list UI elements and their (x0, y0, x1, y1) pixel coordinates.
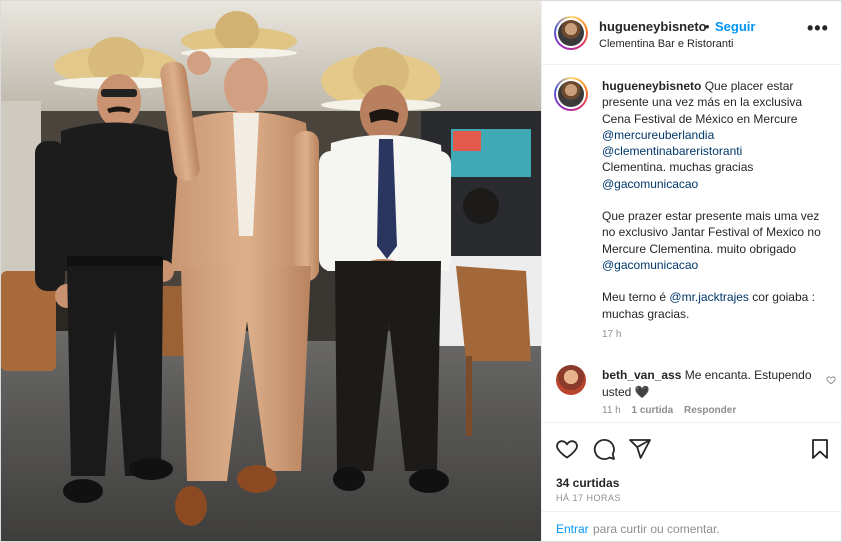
follow-button[interactable]: Seguir (715, 19, 755, 34)
caption-author-avatar[interactable] (554, 77, 588, 111)
caption-text-suit: Meu terno é (602, 290, 667, 305)
caption-text-portuguese: Que prazer estar presente mais uma vez n… (602, 209, 821, 256)
actions-section: 34 curtidas HÁ 17 HORAS Entrar para curt… (542, 422, 842, 542)
post-photo-illustration (1, 1, 541, 541)
comment-meta: 11 h 1 curtida Responder (602, 405, 744, 416)
caption-timestamp[interactable]: 17 h (602, 329, 621, 340)
commenter-username[interactable]: beth_van_ass (602, 368, 681, 382)
mention-link[interactable]: @gacomunicacao (602, 177, 698, 191)
paper-plane-icon[interactable] (628, 437, 652, 461)
location-link[interactable]: Clementina Bar e Ristoranti (599, 38, 734, 50)
mention-link[interactable]: @mr.jacktrajes (669, 290, 749, 304)
comment-item: beth_van_ass Me encanta. Estupendo usted… (542, 361, 842, 421)
caption-block: hugueneybisneto Que placer estar present… (542, 65, 842, 359)
add-comment-hint: para curtir ou comentar. (593, 522, 720, 536)
commenter-avatar[interactable] (556, 365, 586, 395)
heart-icon[interactable] (555, 437, 579, 461)
mention-link[interactable]: @mercureuberlandia (602, 128, 714, 142)
comment-likes[interactable]: 1 curtida (632, 405, 674, 416)
like-count[interactable]: 34 curtidas (556, 476, 619, 490)
comment-timestamp[interactable]: 11 h (602, 405, 621, 416)
author-username[interactable]: hugueneybisneto (599, 19, 707, 34)
author-avatar[interactable] (554, 16, 588, 50)
caption-text-thanks: Clementina. muchas gracias (602, 160, 754, 175)
caption-username[interactable]: hugueneybisneto (602, 79, 701, 93)
comment-icon[interactable] (592, 437, 616, 461)
separator-dot: • (705, 19, 710, 34)
comment-text: beth_van_ass Me encanta. Estupendo usted… (602, 367, 827, 400)
post-photo[interactable] (1, 1, 541, 541)
add-comment-bar: Entrar para curtir ou comentar. (542, 511, 842, 542)
mention-link[interactable]: @gacomunicacao (602, 258, 698, 272)
post-age: HÁ 17 HORAS (556, 493, 622, 503)
more-options-icon[interactable]: ••• (807, 19, 829, 37)
post-header: hugueneybisneto • Seguir Clementina Bar … (542, 1, 842, 65)
comment-heart-icon[interactable] (826, 375, 836, 385)
reply-button[interactable]: Responder (684, 405, 736, 416)
post-side-panel: hugueneybisneto • Seguir Clementina Bar … (541, 1, 842, 542)
mention-link[interactable]: @clementinabareristoranti (602, 144, 742, 158)
post-caption: hugueneybisneto Que placer estar present… (602, 78, 830, 322)
bookmark-icon[interactable] (808, 437, 832, 461)
login-link[interactable]: Entrar (556, 522, 589, 536)
